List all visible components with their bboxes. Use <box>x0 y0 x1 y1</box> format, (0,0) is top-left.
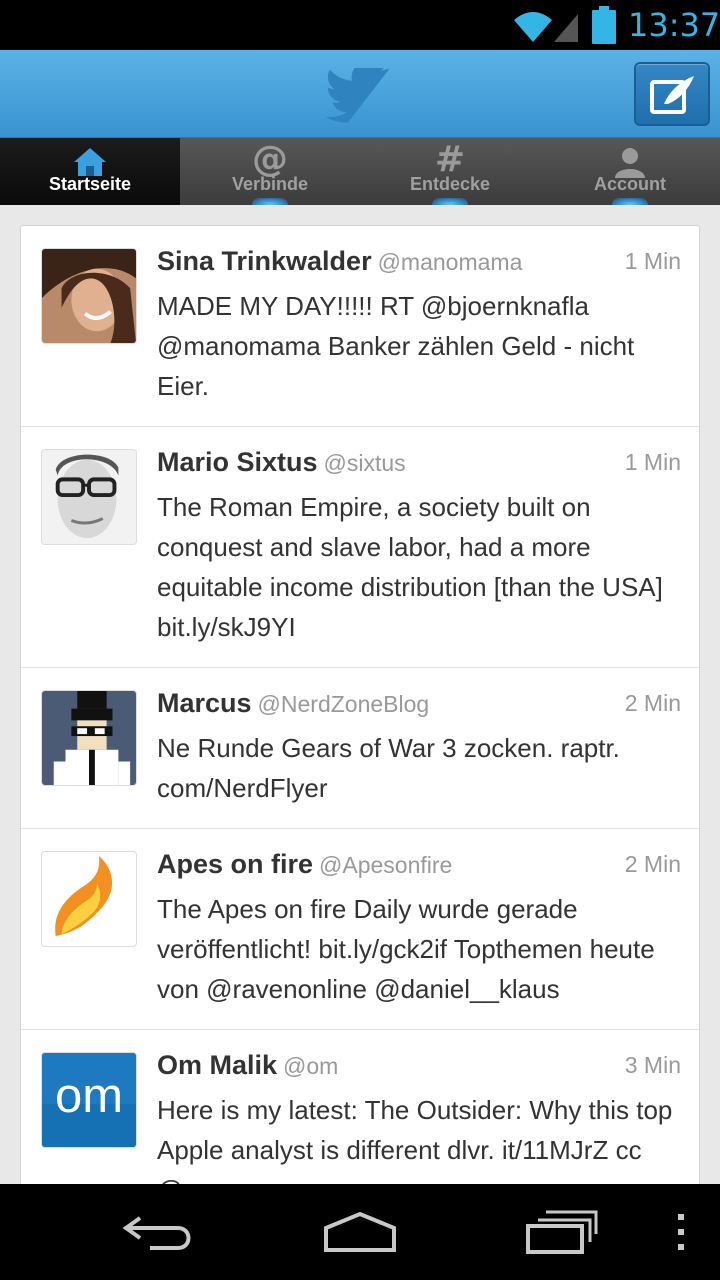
tweet-author-name[interactable]: Sina Trinkwalder <box>157 246 372 276</box>
avatar[interactable]: om <box>41 1052 137 1148</box>
tab-label: Entdecke <box>409 174 491 194</box>
tweet-item[interactable]: Apes on fire @Apesonfire 2 Min The Apes o… <box>21 829 699 1030</box>
tweet-author-handle: @NerdZoneBlog <box>257 691 430 717</box>
tab-label: Verbinde <box>231 174 309 194</box>
tweet-author-name[interactable]: Mario Sixtus <box>157 447 318 477</box>
tab-account[interactable]: Account <box>540 138 720 205</box>
avatar-photo <box>42 249 136 343</box>
tweet-time: 1 Min <box>624 248 681 274</box>
compose-button[interactable] <box>634 62 710 126</box>
hash-icon: # <box>434 139 466 180</box>
avatar[interactable] <box>41 690 137 786</box>
recent-apps-icon[interactable] <box>524 1208 600 1256</box>
tweet-time: 2 Min <box>624 690 681 716</box>
tweet-author-name[interactable]: Apes on fire <box>157 849 313 879</box>
tab-startseite[interactable]: Startseite <box>0 138 180 205</box>
wifi-icon <box>514 12 552 42</box>
home-nav-icon[interactable] <box>322 1210 398 1254</box>
om-logo-text: om <box>55 1069 123 1123</box>
tweet-author-handle: @Apesonfire <box>319 852 453 878</box>
avatar[interactable] <box>41 449 137 545</box>
tweet-item[interactable]: Sina Trinkwalder @manomama 1 Min MADE MY … <box>21 226 699 427</box>
system-nav-bar <box>0 1184 720 1280</box>
tweet-author-handle: @sixtus <box>323 450 406 476</box>
om-logo-icon: om <box>42 1053 136 1147</box>
tweet-time: 1 Min <box>624 449 681 475</box>
tweet-item[interactable]: Marcus @NerdZoneBlog 2 Min Ne Runde Gears… <box>21 668 699 829</box>
status-bar: 13:37 <box>0 0 720 50</box>
tweet-header: Apes on fire @Apesonfire 2 Min <box>157 849 681 883</box>
tweet-header: Sina Trinkwalder @manomama 1 Min <box>157 246 681 280</box>
tweet-text: The Apes on fire Daily wurde gerade verö… <box>157 894 655 1004</box>
flame-logo-icon <box>42 852 136 946</box>
tweet-author-name[interactable]: Marcus <box>157 688 252 718</box>
tweet-header: Mario Sixtus @sixtus 1 Min <box>157 447 681 481</box>
avatar-photo <box>42 450 136 544</box>
tab-label: Account <box>594 174 666 194</box>
battery-icon <box>592 6 616 44</box>
avatar-pixel-art <box>42 691 136 785</box>
avatar[interactable] <box>41 248 137 344</box>
tweet-item[interactable]: Mario Sixtus @sixtus 1 Min The Roman Empi… <box>21 427 699 668</box>
tweet-text: The Roman Empire, a society built on con… <box>157 492 663 642</box>
tweet-header: Marcus @NerdZoneBlog 2 Min <box>157 688 681 722</box>
back-icon[interactable] <box>120 1210 196 1254</box>
tweet-time: 2 Min <box>624 851 681 877</box>
twitter-bird-icon <box>325 68 390 123</box>
tab-verbinde[interactable]: @ Verbinde <box>180 138 360 205</box>
tweet-author-name[interactable]: Om Malik <box>157 1050 277 1080</box>
tweet-text: MADE MY DAY!!!!! RT @bjoernknafla @manom… <box>157 291 635 401</box>
signal-icon <box>554 14 578 42</box>
tab-bar: Startseite @ Verbinde # Entdecke Account <box>0 138 720 205</box>
tweet-item[interactable]: om Om Malik @om 3 Min Here is my latest: … <box>21 1030 699 1184</box>
tab-notification-glow <box>252 198 288 205</box>
tweet-author-handle: @om <box>283 1053 339 1079</box>
tab-entdecke[interactable]: # Entdecke <box>360 138 540 205</box>
menu-icon[interactable] <box>666 1208 696 1256</box>
tweet-header: Om Malik @om 3 Min <box>157 1050 681 1084</box>
compose-icon <box>650 76 694 114</box>
timeline-list[interactable]: Sina Trinkwalder @manomama 1 Min MADE MY … <box>20 225 700 1184</box>
tab-notification-glow <box>432 198 468 205</box>
at-icon: @ <box>252 139 288 180</box>
tweet-time: 3 Min <box>624 1052 681 1078</box>
tweet-text: Ne Runde Gears of War 3 zocken. raptr. c… <box>157 733 620 803</box>
avatar[interactable] <box>41 851 137 947</box>
tweet-text: Here is my latest: The Outsider: Why thi… <box>157 1095 673 1184</box>
tweet-author-handle: @manomama <box>377 249 523 275</box>
tab-label: Startseite <box>48 174 132 194</box>
clock: 13:37 <box>628 6 720 44</box>
tab-notification-glow <box>612 198 648 205</box>
action-bar <box>0 50 720 138</box>
